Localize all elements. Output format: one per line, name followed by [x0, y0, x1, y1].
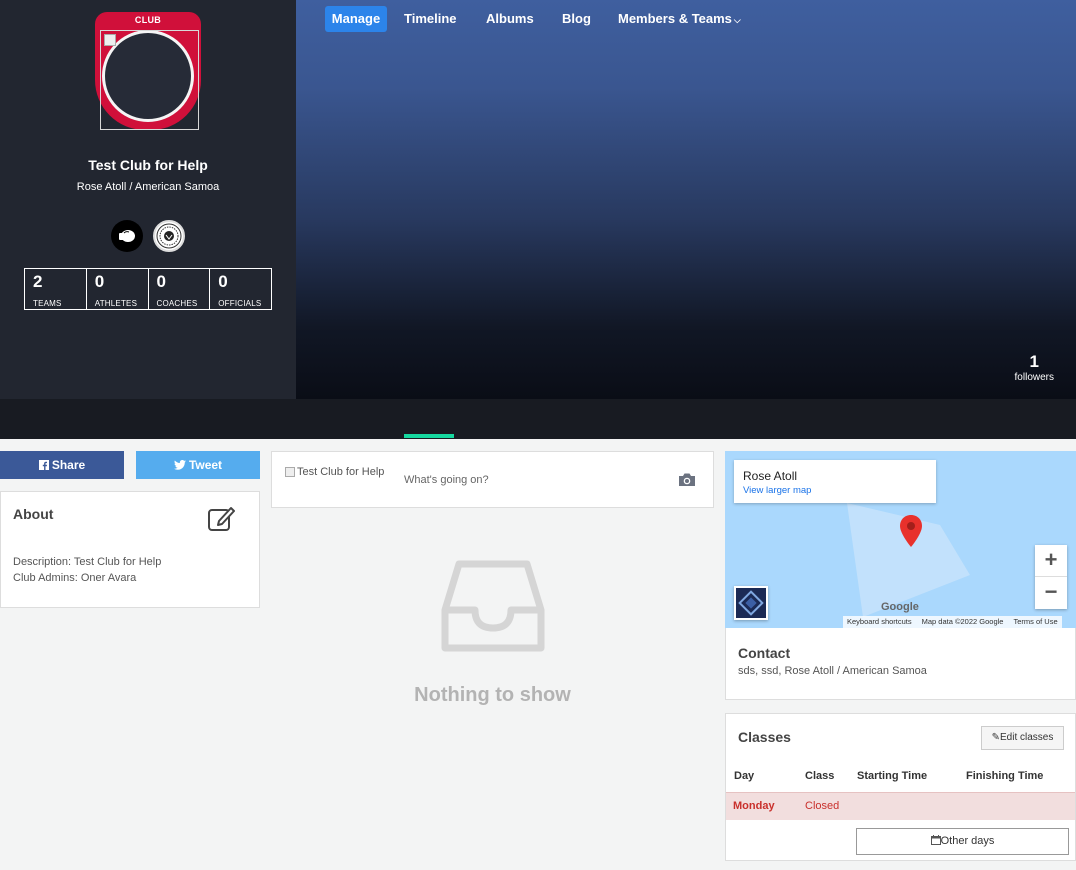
club-nav-bar	[0, 399, 1076, 439]
tweet-label: Tweet	[188, 458, 223, 472]
tab-members-teams[interactable]: Members & Teams ⌵	[618, 6, 741, 32]
stat-value: 2	[33, 272, 43, 291]
chevron-down-icon: ⌵	[733, 15, 741, 25]
other-days-label: Other days	[940, 835, 995, 847]
classes-card: Classes ✎Edit classes Day Class Starting…	[725, 713, 1076, 861]
tab-blog[interactable]: Blog	[562, 6, 591, 32]
tab-members-teams-label: Members & Teams	[618, 11, 732, 26]
about-description: Description: Test Club for Help	[13, 556, 162, 568]
satellite-toggle-icon[interactable]	[734, 586, 768, 620]
stat-label: COACHES	[156, 299, 198, 308]
empty-inbox-icon	[441, 560, 545, 652]
followers-label: followers	[1014, 372, 1054, 383]
map-attribution: Keyboard shortcuts Map data ©2022 Google…	[843, 616, 1062, 628]
stat-teams[interactable]: 2 TEAMS	[25, 269, 87, 309]
calendar-icon	[930, 835, 941, 845]
edit-classes-button[interactable]: ✎Edit classes	[981, 726, 1064, 750]
club-badge: CLUB	[95, 12, 201, 130]
club-name: Test Club for Help	[88, 157, 208, 173]
edit-icon: ✎	[991, 732, 1001, 743]
facebook-icon	[38, 460, 49, 470]
post-avatar: Test Club for Help	[285, 466, 384, 478]
tab-albums[interactable]: Albums	[486, 6, 534, 32]
classes-title: Classes	[738, 729, 791, 745]
other-days-button[interactable]: Other days	[856, 828, 1069, 855]
club-profile-panel: CLUB Test Club for Help Rose Atoll / Ame…	[0, 0, 296, 399]
column-header-day: Day	[734, 770, 755, 782]
post-input[interactable]: What's going on?	[404, 474, 489, 486]
club-stats: 2 TEAMS 0 ATHLETES 0 COACHES 0 OFFICIALS	[24, 268, 272, 310]
map-pin-icon[interactable]	[900, 515, 922, 547]
zoom-out-button[interactable]: −	[1035, 577, 1067, 609]
about-admins: Club Admins: Oner Avara	[13, 572, 137, 584]
map-place-name: Rose Atoll	[743, 469, 798, 483]
boxing-glove-icon[interactable]	[111, 220, 143, 252]
column-header-finishing-time: Finishing Time	[966, 770, 1044, 782]
followers-count: 1	[1029, 352, 1039, 371]
manage-button[interactable]: Manage	[325, 6, 387, 32]
column-header-class: Class	[805, 770, 835, 782]
post-composer: Test Club for Help What's going on?	[271, 451, 714, 508]
stat-officials[interactable]: 0 OFFICIALS	[210, 269, 271, 309]
contact-card: Contact sds, ssd, Rose Atoll / American …	[725, 628, 1076, 700]
club-location: Rose Atoll / American Samoa	[76, 181, 220, 193]
stat-coaches[interactable]: 0 COACHES	[149, 269, 211, 309]
edit-icon[interactable]	[207, 504, 237, 532]
google-logo: Google	[881, 601, 919, 613]
club-logo-image	[100, 30, 199, 130]
edit-classes-label: Edit classes	[1000, 732, 1054, 743]
map-zoom-control: + −	[1035, 545, 1067, 609]
followers-counter[interactable]: 1 followers	[1015, 352, 1054, 383]
about-title: About	[13, 506, 54, 522]
cover-image: 1 followers	[296, 0, 1076, 399]
stat-value: 0	[94, 272, 105, 291]
view-larger-map-link[interactable]: View larger map	[743, 485, 811, 496]
broken-image-icon	[285, 467, 295, 477]
row-class: Closed	[805, 800, 840, 812]
broken-image-icon	[104, 34, 116, 46]
stat-label: TEAMS	[33, 299, 62, 308]
twitter-tweet-button[interactable]: Tweet	[136, 451, 260, 479]
about-card: About Description: Test Club for Help Cl…	[0, 491, 260, 608]
location-map[interactable]: Rose Atoll View larger map + − Google Ke…	[725, 451, 1076, 628]
twitter-icon	[173, 460, 186, 470]
stat-label: ATHLETES	[94, 299, 138, 308]
federation-seal-icon[interactable]	[153, 220, 185, 252]
column-header-starting-time: Starting Time	[857, 770, 928, 782]
post-avatar-alt: Test Club for Help	[297, 466, 385, 478]
share-label: Share	[51, 458, 86, 472]
tab-timeline[interactable]: Timeline	[404, 6, 457, 32]
stat-value: 0	[218, 272, 228, 291]
camera-icon[interactable]	[678, 472, 696, 488]
terms-of-use-link[interactable]: Terms of Use	[1013, 617, 1057, 627]
stat-label: OFFICIALS	[218, 299, 262, 308]
facebook-share-button[interactable]: Share	[0, 451, 124, 479]
table-row: Monday Closed	[726, 792, 1075, 820]
contact-title: Contact	[738, 645, 791, 661]
empty-feed-text: Nothing to show	[414, 684, 571, 706]
map-data-text: Map data ©2022 Google	[921, 617, 1004, 626]
badge-label: CLUB	[134, 15, 162, 25]
keyboard-shortcuts-link[interactable]: Keyboard shortcuts	[847, 617, 912, 627]
stat-athletes[interactable]: 0 ATHLETES	[87, 269, 149, 309]
map-info-box: Rose Atoll View larger map	[734, 460, 936, 503]
zoom-in-button[interactable]: +	[1035, 545, 1067, 577]
row-day: Monday	[733, 800, 775, 812]
stat-value: 0	[156, 272, 166, 291]
active-tab-indicator	[404, 434, 454, 438]
contact-address: sds, ssd, Rose Atoll / American Samoa	[738, 665, 927, 677]
